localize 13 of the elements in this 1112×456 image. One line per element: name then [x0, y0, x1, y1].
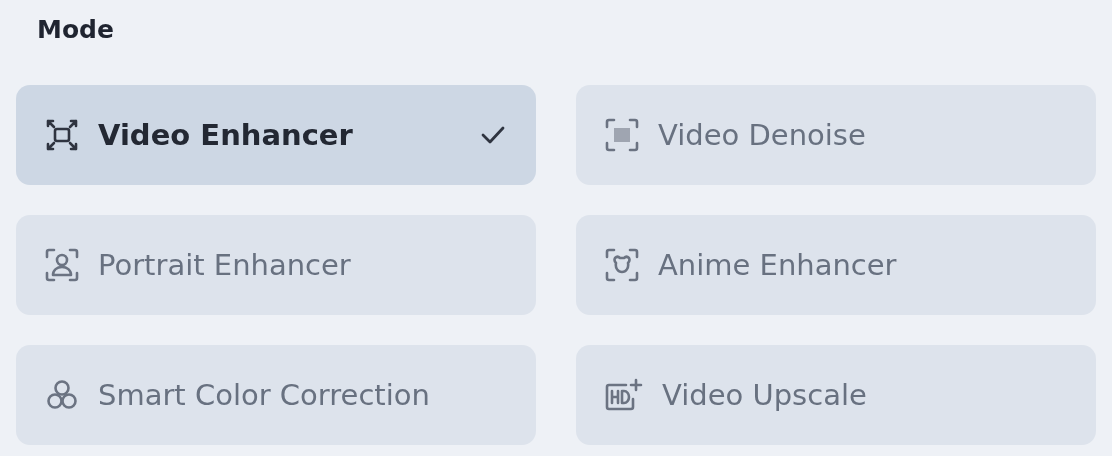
mode-option[interactable]: Anime Enhancer: [576, 215, 1096, 315]
person-frame-icon: [44, 247, 80, 283]
hd-plus-icon: [604, 377, 644, 413]
checkmark-icon: [480, 125, 506, 145]
mode-option[interactable]: Video Denoise: [576, 85, 1096, 185]
mode-option[interactable]: Smart Color Correction: [16, 345, 536, 445]
mode-option[interactable]: Video Upscale: [576, 345, 1096, 445]
noise-frame-icon: [604, 117, 640, 153]
enhance-frame-icon: [44, 117, 80, 153]
section-title: Mode: [36, 14, 115, 46]
mode-option[interactable]: Video Enhancer: [16, 85, 536, 185]
bear-frame-icon: [604, 247, 640, 283]
mode-option[interactable]: Portrait Enhancer: [16, 215, 536, 315]
